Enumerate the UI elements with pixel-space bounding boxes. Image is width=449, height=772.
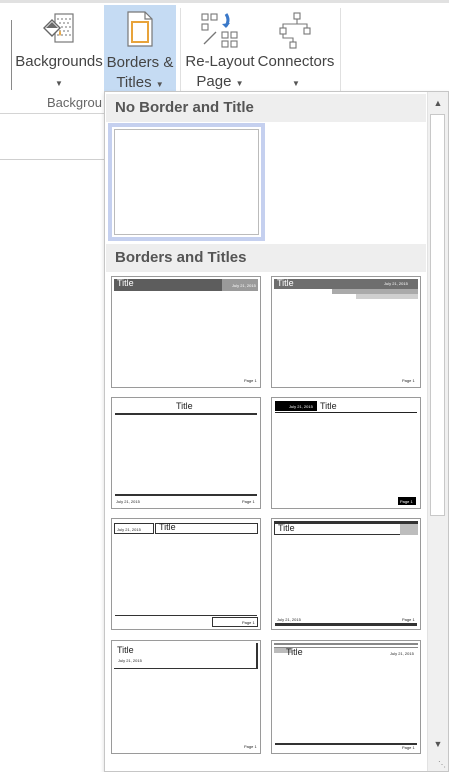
thumb-no-border-page (114, 129, 259, 235)
thumb-border-6[interactable]: Title July 21, 2015 Page 1 (271, 518, 421, 630)
ribbon-group-label: Backgrou (47, 95, 102, 110)
rule-line (115, 413, 257, 415)
gallery-scrollbar[interactable]: ▲ ▼ ⋱ (427, 92, 448, 771)
thumb-border-4[interactable]: July 21, 2015 Title Page 1 (271, 397, 421, 509)
thumb-page: Page 1 (402, 745, 415, 750)
connectors-label: Connectors (257, 53, 335, 70)
borders-titles-button[interactable]: Borders & Titles ▼ (104, 5, 176, 91)
scrollbar-thumb[interactable] (430, 114, 445, 516)
section-header-no-border: No Border and Title (106, 94, 426, 122)
thumb-title: Title (117, 278, 134, 288)
section-header-borders-titles: Borders and Titles (106, 244, 426, 272)
scroll-up-icon[interactable]: ▲ (430, 95, 446, 111)
thumb-page: Page 1 (244, 744, 257, 749)
chevron-down-icon: ▼ (155, 80, 164, 89)
rule-line (275, 623, 417, 626)
title-frame (114, 643, 258, 669)
thumb-date: July 21, 2015 (117, 527, 141, 532)
chevron-down-icon: ▼ (292, 79, 300, 88)
thumb-border-8[interactable]: Title July 21, 2015 Page 1 (271, 640, 421, 754)
thumb-border-3[interactable]: Title July 21, 2015 Page 1 (111, 397, 261, 509)
drawing-canvas[interactable] (0, 114, 104, 772)
connectors-icon (276, 10, 316, 56)
thumb-border-1[interactable]: Title July 21, 2015 Page 1 (111, 276, 261, 388)
accent-bar (274, 643, 418, 645)
title-frame (274, 521, 418, 535)
thumb-title: Title (117, 645, 134, 655)
ribbon-top-line (0, 0, 449, 3)
relayout-page-button[interactable]: Re-Layout Page ▼ (184, 4, 256, 92)
resize-grip-icon[interactable]: ⋱ (438, 760, 446, 769)
backgrounds-button[interactable]: Backgrounds ▼ (15, 4, 103, 92)
thumb-title: Title (277, 278, 294, 288)
thumb-title: Title (320, 401, 337, 411)
rule-line (115, 494, 257, 496)
chevron-down-icon: ▼ (55, 79, 63, 88)
thumb-page: Page 1 (244, 378, 257, 383)
thumb-border-2[interactable]: Title July 21, 2015 Page 1 (271, 276, 421, 388)
relayout-label-2: Page (196, 73, 232, 90)
rule-line (115, 615, 257, 616)
thumb-title: Title (286, 647, 303, 657)
thumb-page: Page 1 (400, 499, 413, 504)
relayout-label-1: Re-Layout (185, 53, 255, 70)
backgrounds-label: Backgrounds (15, 53, 103, 70)
connectors-button[interactable]: Connectors ▼ (257, 4, 335, 92)
thumb-title: Title (176, 401, 193, 411)
thumb-date: July 21, 2015 (118, 658, 142, 663)
thumb-border-7[interactable]: Title July 21, 2015 Page 1 (111, 640, 261, 754)
thumb-title: Title (159, 522, 176, 532)
thumb-border-5[interactable]: July 21, 2015 Title Page 1 (111, 518, 261, 630)
paint-bucket-page-icon (40, 10, 78, 54)
canvas-divider (0, 159, 104, 160)
thumb-date: July 21, 2015 (116, 499, 140, 504)
thumb-date: July 21, 2015 (277, 617, 301, 622)
borders-titles-gallery: No Border and Title Borders and Titles T… (104, 91, 449, 772)
borders-titles-label-1: Borders & (106, 54, 174, 71)
thumb-page: Page 1 (242, 499, 255, 504)
accent-block (400, 524, 418, 535)
thumb-date: July 21, 2015 (289, 404, 313, 409)
page-border-icon (125, 10, 155, 54)
rule-line (275, 412, 417, 413)
thumb-date: July 21, 2015 (384, 281, 408, 286)
borders-titles-label-2: Titles (116, 74, 152, 91)
thumb-date: July 21, 2015 (390, 651, 414, 656)
chevron-down-icon: ▼ (235, 79, 244, 88)
thumb-date: July 21, 2015 (232, 283, 256, 288)
thumb-title: Title (278, 523, 295, 533)
thumb-page: Page 1 (402, 378, 415, 383)
thumb-page: Page 1 (402, 617, 415, 622)
accent-bar (356, 294, 418, 299)
rule-line (275, 743, 417, 745)
thumb-page: Page 1 (242, 620, 255, 625)
left-window-edge (11, 20, 12, 90)
scroll-down-icon[interactable]: ▼ (430, 736, 446, 752)
thumb-no-border[interactable] (108, 123, 265, 241)
relayout-icon (200, 10, 240, 56)
